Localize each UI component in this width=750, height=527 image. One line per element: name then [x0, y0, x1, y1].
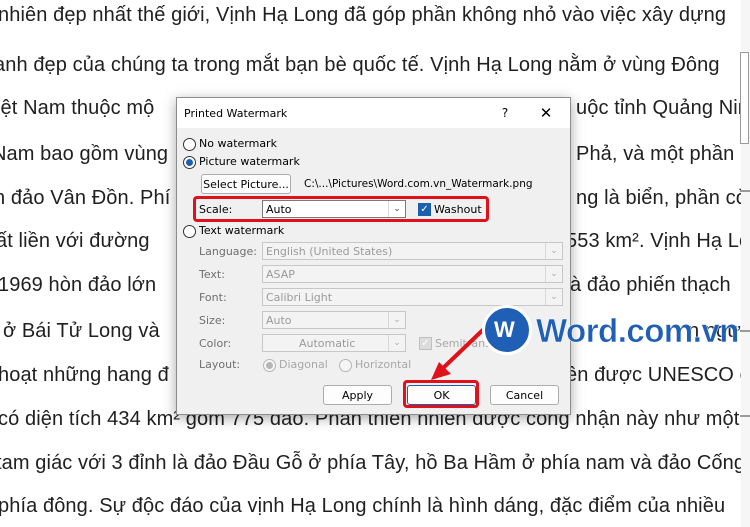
no-watermark-label[interactable]: No watermark	[199, 137, 277, 150]
word-com-vn-logo: W Word.com.vn	[482, 305, 740, 357]
color-value: Automatic	[299, 337, 356, 350]
doc-line-3b: uộc tỉnh Quảng Ninh	[576, 97, 750, 119]
logo-text: Word.com.vn	[536, 312, 740, 350]
scroll-marker	[740, 190, 750, 192]
vertical-scrollbar[interactable]	[740, 0, 750, 527]
doc-line-4b: Phả, và một phần	[576, 143, 735, 165]
dialog-title: Printed Watermark	[184, 107, 288, 120]
doc-line-5: n đảo Vân Đồn. Phí	[0, 187, 171, 209]
doc-line-5b: ng là biển, phần còn	[576, 187, 750, 209]
font-dropdown[interactable]: Calibri Light ⌄	[262, 288, 563, 306]
word-logo-icon: W	[482, 305, 532, 355]
language-label: Language:	[199, 245, 257, 258]
horizontal-radio[interactable]	[339, 359, 352, 372]
no-watermark-radio[interactable]	[183, 138, 196, 151]
diagonal-label: Diagonal	[279, 358, 328, 371]
doc-line-4: Nam bao gồm vùng	[0, 143, 169, 165]
diagonal-radio[interactable]	[263, 359, 276, 372]
picture-watermark-label[interactable]: Picture watermark	[199, 155, 300, 168]
text-watermark-label[interactable]: Text watermark	[199, 224, 284, 237]
doc-line-2: anh đẹp của chúng ta trong mắt bạn bè qu…	[0, 54, 720, 76]
size-value: Auto	[266, 314, 292, 327]
select-picture-button[interactable]: Select Picture...	[201, 174, 291, 194]
doc-line-12: phía đông. Sự độc đáo của vịnh Hạ Long c…	[0, 495, 726, 517]
dialog-titlebar[interactable]: Printed Watermark ? ✕	[177, 98, 570, 128]
color-dropdown[interactable]: Automatic ⌄	[262, 334, 406, 352]
chevron-down-icon: ⌄	[545, 289, 562, 305]
doc-line-8: ở Bái Tử Long và	[3, 320, 160, 342]
doc-line-6: ất liền với đường	[0, 230, 150, 252]
doc-line-6b: 553 km². Vịnh Hạ Long	[566, 230, 750, 252]
scale-washout-highlight	[193, 196, 489, 222]
ok-button-highlight	[403, 380, 479, 408]
scroll-marker	[740, 415, 750, 417]
chevron-down-icon: ⌄	[388, 335, 405, 351]
cancel-button[interactable]: Cancel	[490, 385, 559, 405]
picture-watermark-radio[interactable]	[183, 156, 196, 169]
horizontal-label: Horizontal	[355, 358, 412, 371]
doc-line-7: 1969 hòn đảo lớn	[0, 274, 157, 296]
font-label: Font:	[199, 291, 227, 304]
doc-line-9: hoạt những hang đ	[0, 364, 169, 386]
language-value: English (United States)	[266, 245, 393, 258]
chevron-down-icon: ⌄	[545, 243, 562, 259]
text-dropdown[interactable]: ASAP ⌄	[262, 265, 563, 283]
text-value: ASAP	[266, 268, 295, 281]
chevron-down-icon: ⌄	[545, 266, 562, 282]
close-icon[interactable]: ✕	[535, 103, 557, 123]
picture-path: C:\...\Pictures\Word.com.vn_Watermark.pn…	[304, 178, 533, 190]
chevron-down-icon: ⌄	[388, 312, 405, 328]
apply-button[interactable]: Apply	[323, 385, 392, 405]
color-label: Color:	[199, 337, 232, 350]
doc-line-9b: ên được UNESCO công	[566, 364, 750, 386]
font-value: Calibri Light	[266, 291, 333, 304]
text-watermark-radio[interactable]	[183, 225, 196, 238]
doc-line-11: tam giác với 3 đỉnh là đảo Đầu Gỗ ở phía…	[0, 452, 746, 474]
doc-line-1: nhiên đẹp nhất thế giới, Vịnh Hạ Long đã…	[0, 4, 727, 26]
printed-watermark-dialog: Printed Watermark ? ✕ No watermark Pictu…	[176, 97, 571, 415]
layout-label: Layout:	[199, 358, 241, 371]
doc-line-3: iệt Nam thuộc mộ	[0, 97, 155, 119]
doc-line-7b: à đảo phiến thạch	[570, 274, 731, 296]
size-dropdown[interactable]: Auto ⌄	[262, 311, 406, 329]
scroll-marker	[740, 330, 750, 332]
language-dropdown[interactable]: English (United States) ⌄	[262, 242, 563, 260]
scrollbar-thumb[interactable]	[740, 52, 749, 144]
text-label: Text:	[199, 268, 225, 281]
help-icon[interactable]: ?	[495, 103, 515, 123]
size-label: Size:	[199, 314, 226, 327]
